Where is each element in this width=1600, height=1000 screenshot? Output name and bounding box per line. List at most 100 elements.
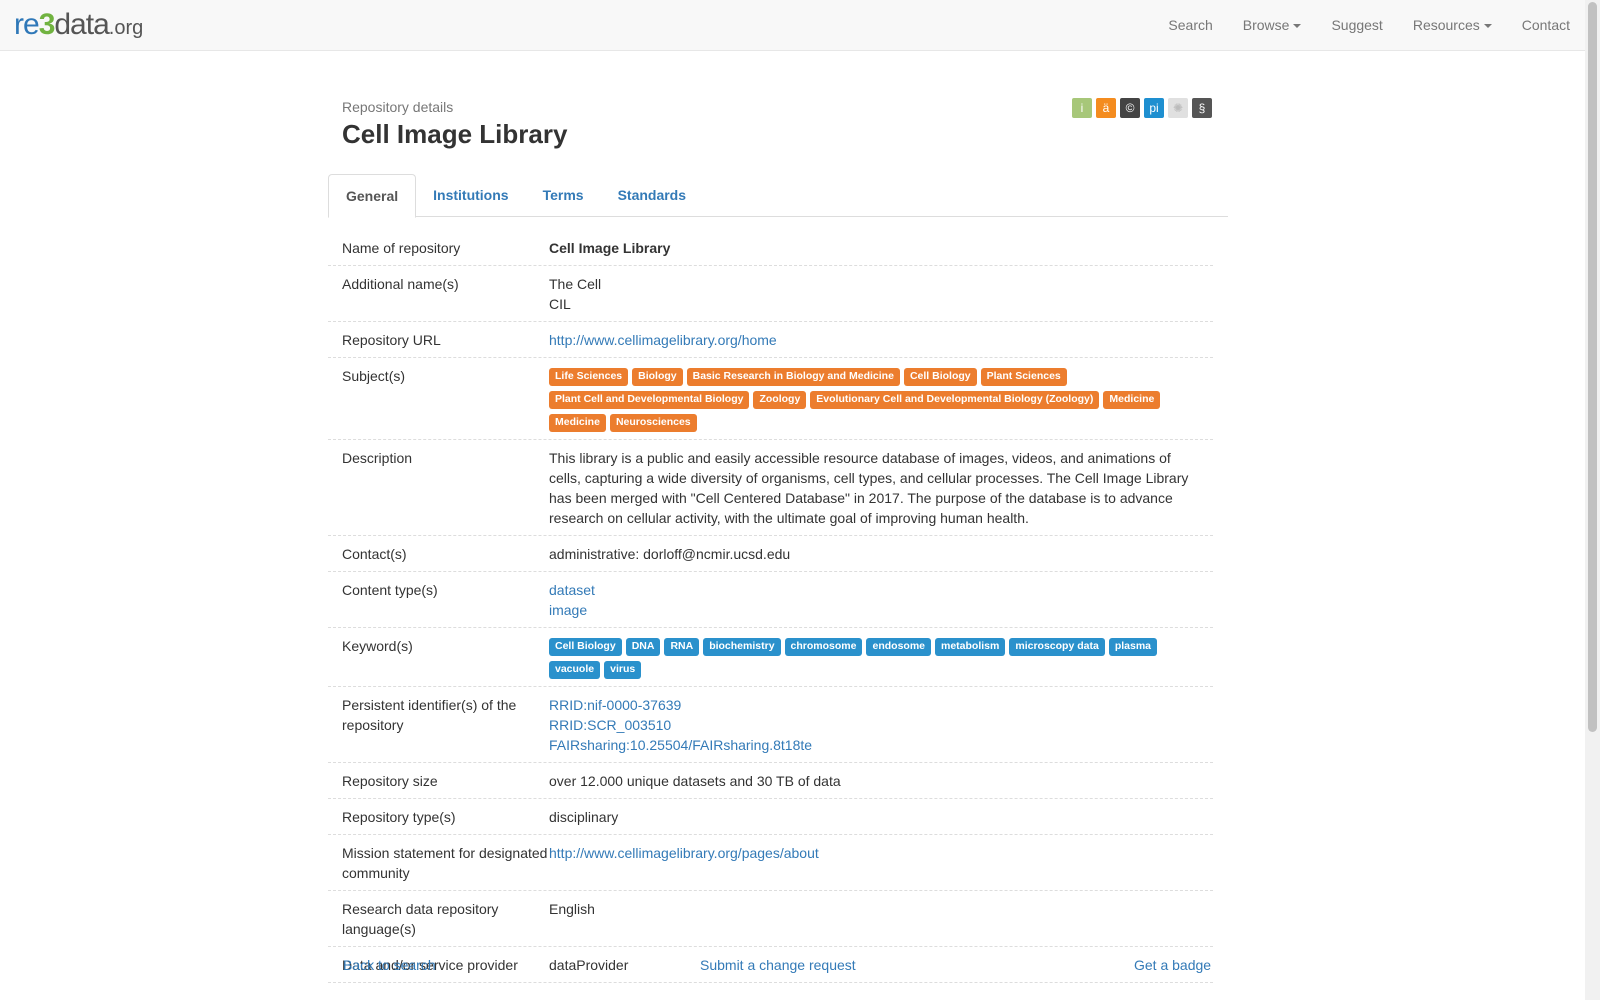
policy-icon[interactable]: § [1192,98,1212,118]
repository-name-value: Cell Image Library [549,240,671,256]
repository-type-value: disciplinary [549,809,619,825]
detail-row-content-types: Content type(s) dataset image [328,572,1213,628]
nav-contact[interactable]: Contact [1507,0,1585,50]
contact-value: administrative: dorloff@ncmir.ucsd.edu [549,546,791,562]
row-label: Persistent identifier(s) of the reposito… [342,697,517,733]
detail-row-name: Name of repository Cell Image Library [328,230,1213,266]
re3data-logo[interactable]: re3data.org [14,8,143,45]
repository-details-table: Name of repository Cell Image Library Ad… [328,230,1213,983]
detail-row-language: Research data repository language(s) Eng… [328,891,1213,947]
submit-change-request-link[interactable]: Submit a change request [700,957,856,973]
keyword-tag[interactable]: RNA [664,638,700,656]
logo-three: 3 [38,8,56,41]
back-to-search-link[interactable]: Back to search [343,957,436,973]
caret-down-icon [1293,24,1302,29]
nav-resources[interactable]: Resources [1398,0,1507,50]
nav-browse[interactable]: Browse [1228,0,1317,50]
detail-row-description: Description This library is a public and… [328,440,1213,536]
detail-row-url: Repository URL http://www.cellimagelibra… [328,322,1213,358]
subject-tag[interactable]: Evolutionary Cell and Developmental Biol… [810,391,1100,409]
detail-row-additional-names: Additional name(s) The Cell CIL [328,266,1213,322]
keyword-tag[interactable]: Cell Biology [549,638,622,656]
detail-row-size: Repository size over 12.000 unique datas… [328,763,1213,799]
detail-tabs: General Institutions Terms Standards [328,174,1228,218]
detail-row-contacts: Contact(s) administrative: dorloff@ncmir… [328,536,1213,572]
row-label: Additional name(s) [342,276,459,292]
nav-suggest-label: Suggest [1331,17,1383,33]
pid-link[interactable]: RRID:SCR_003510 [549,715,1201,735]
row-label: Description [342,450,413,466]
nav-resources-label: Resources [1412,17,1480,33]
subject-tag[interactable]: Cell Biology [903,368,977,386]
row-label: Repository type(s) [342,809,456,825]
provider-value: dataProvider [549,957,629,973]
keyword-tag[interactable]: microscopy data [1009,638,1105,656]
language-value: English [549,901,595,917]
pid-link[interactable]: RRID:nif-0000-37639 [549,695,1201,715]
tab-terms[interactable]: Terms [526,174,601,216]
subject-tag[interactable]: Medicine [549,414,606,432]
keyword-tag[interactable]: plasma [1108,638,1157,656]
detail-row-pids: Persistent identifier(s) of the reposito… [328,687,1213,763]
subject-tag[interactable]: Plant Sciences [980,368,1067,386]
keyword-tag[interactable]: virus [604,661,642,679]
nav-search[interactable]: Search [1153,0,1227,50]
row-label: Research data repository language(s) [342,901,499,937]
content-type-link[interactable]: image [549,600,1201,620]
get-a-badge-link[interactable]: Get a badge [1134,957,1211,973]
row-label: Name of repository [342,240,461,256]
subject-tag[interactable]: Medicine [1103,391,1161,409]
subject-tags: Life Sciences Biology Basic Research in Bi… [549,366,1201,432]
subject-tag[interactable]: Plant Cell and Developmental Biology [549,391,750,409]
row-label: Subject(s) [342,368,406,384]
additional-name: The Cell [549,276,602,292]
nav-browse-label: Browse [1242,17,1290,33]
page-subtitle: Repository details [342,99,454,115]
keyword-tag[interactable]: chromosome [784,638,863,656]
mission-statement-link[interactable]: http://www.cellimagelibrary.org/pages/ab… [549,845,819,861]
row-label: Keyword(s) [342,638,413,654]
row-label: Mission statement for designated communi… [342,845,548,881]
keyword-tags: Cell Biology DNA RNA biochemistry chromosome… [549,636,1201,679]
pid-icon[interactable]: pi [1144,98,1164,118]
keyword-tag[interactable]: metabolism [935,638,1006,656]
logo-re: re [14,8,40,41]
keyword-tag[interactable]: DNA [625,638,661,656]
tab-general[interactable]: General [328,174,417,218]
copyright-icon[interactable]: © [1120,98,1140,118]
detail-row-keywords: Keyword(s) Cell Biology DNA RNA biochemistr… [328,628,1213,687]
detail-row-type: Repository type(s) disciplinary [328,799,1213,835]
subject-tag[interactable]: Biology [632,368,683,386]
row-label: Repository size [342,773,438,789]
pid-link[interactable]: FAIRsharing:10.25504/FAIRsharing.8t18te [549,735,1201,755]
tab-institutions[interactable]: Institutions [416,174,525,216]
repository-size-value: over 12.000 unique datasets and 30 TB of… [549,773,841,789]
info-icon[interactable]: i [1072,98,1092,118]
logo-org: .org [108,17,144,39]
row-label: Repository URL [342,332,441,348]
repository-url-link[interactable]: http://www.cellimagelibrary.org/home [549,332,777,348]
subject-tag[interactable]: Life Sciences [549,368,629,386]
additional-name: CIL [549,296,571,312]
subject-tag[interactable]: Basic Research in Biology and Medicine [686,368,900,386]
row-label: Contact(s) [342,546,407,562]
detail-row-subjects: Subject(s) Life Sciences Biology Basic Res… [328,358,1213,440]
certificate-icon[interactable]: ✺ [1168,98,1188,118]
subject-tag[interactable]: Neurosciences [609,414,697,432]
scrollbar[interactable] [1585,0,1600,1000]
tab-standards[interactable]: Standards [601,174,703,216]
subject-tag[interactable]: Zoology [753,391,807,409]
row-label: Content type(s) [342,582,438,598]
open-access-icon[interactable]: ä [1096,98,1116,118]
repository-badge-icons: i ä © pi ✺ § [1072,98,1212,118]
keyword-tag[interactable]: biochemistry [703,638,781,656]
nav-contact-label: Contact [1521,17,1570,33]
keyword-tag[interactable]: vacuole [549,661,601,679]
keyword-tag[interactable]: endosome [866,638,931,656]
nav-links: Search Browse Suggest Resources Contact [1153,0,1585,50]
navbar: re3data.org Search Browse Suggest Resour… [0,0,1585,51]
nav-suggest[interactable]: Suggest [1316,0,1397,50]
page-title: Cell Image Library [342,119,568,149]
content-type-link[interactable]: dataset [549,580,1201,600]
scrollbar-thumb[interactable] [1588,2,1597,732]
